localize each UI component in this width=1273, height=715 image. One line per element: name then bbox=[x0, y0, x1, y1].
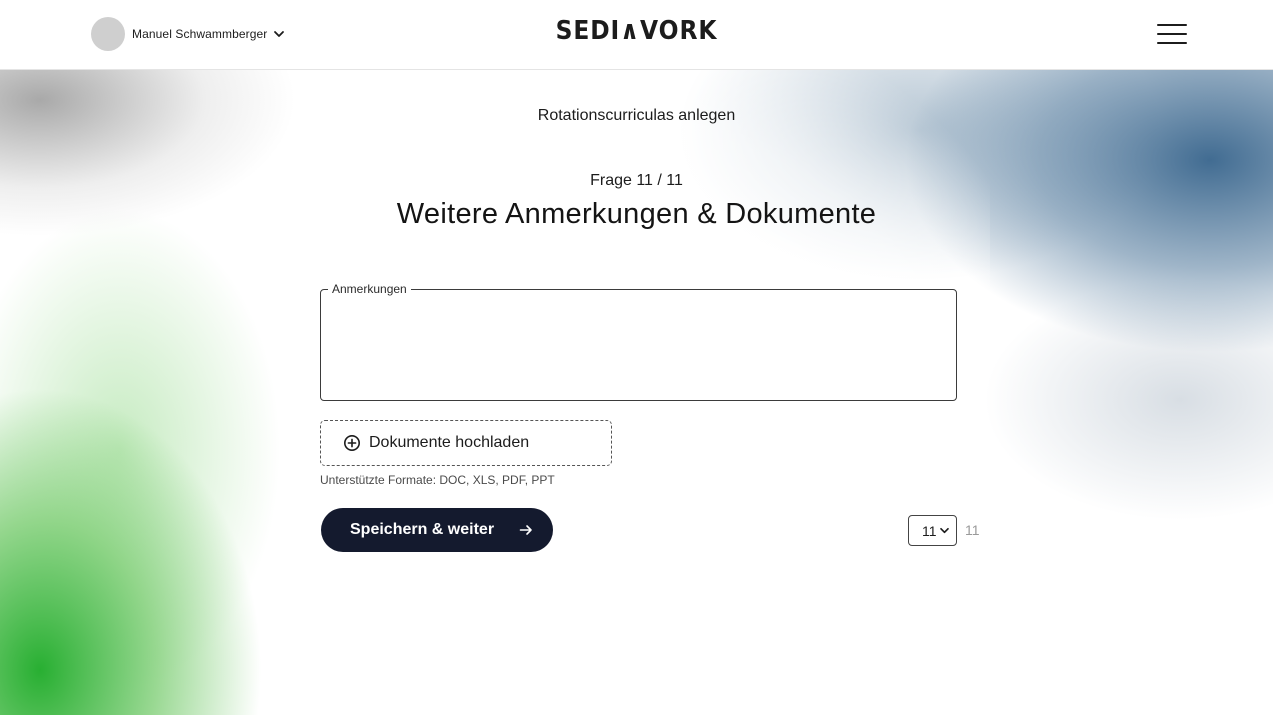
save-label[interactable]: Speichern & weiter bbox=[350, 521, 494, 539]
formats-hint: Unterstützte Formate: DOC, XLS, PDF, PPT bbox=[320, 473, 555, 487]
save-continue-button[interactable]: Speichern & weiter bbox=[321, 508, 553, 552]
top-header: Manuel Schwammberger SEDI∧VORK bbox=[0, 0, 1273, 70]
upload-documents-button[interactable]: Dokumente hochladen bbox=[320, 420, 612, 466]
logo[interactable]: SEDI∧VORK bbox=[64, 16, 1210, 46]
question-heading: Weitere Anmerkungen & Dokumente bbox=[396, 198, 877, 230]
question-select-value[interactable]: 11 bbox=[922, 523, 937, 539]
notes-textarea[interactable] bbox=[321, 290, 956, 400]
notes-label: Anmerkungen bbox=[328, 281, 411, 298]
main-content: Rotationscurriculas anlegen Frage 11 / 1… bbox=[0, 70, 1273, 715]
upload-label[interactable]: Dokumente hochladen bbox=[369, 434, 529, 452]
question-counter: Frage 11 / 11 bbox=[590, 172, 683, 189]
plus-circle-icon[interactable] bbox=[343, 434, 361, 452]
chevron-down-icon[interactable] bbox=[939, 525, 950, 536]
question-total: 11 bbox=[965, 522, 980, 538]
question-select[interactable]: 11 bbox=[908, 515, 957, 546]
arrow-right-icon[interactable] bbox=[518, 522, 534, 538]
hamburger-menu-icon[interactable] bbox=[1157, 22, 1187, 46]
notes-field[interactable]: Anmerkungen bbox=[320, 281, 957, 401]
page-title: Rotationscurriculas anlegen bbox=[537, 107, 736, 124]
